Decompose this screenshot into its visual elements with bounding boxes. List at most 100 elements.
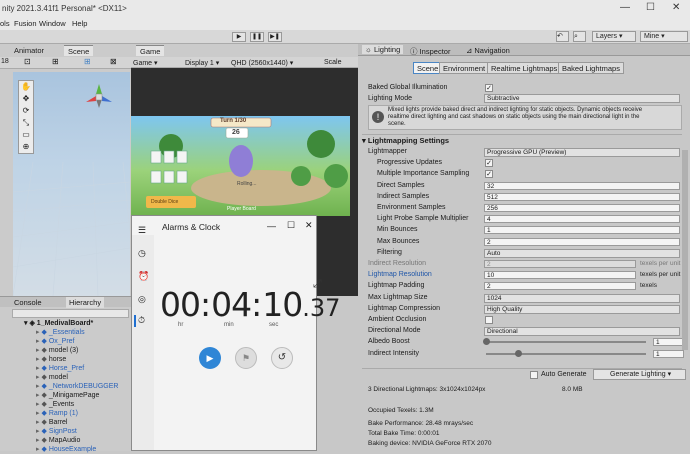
setting-dropdown[interactable]: 1024	[484, 294, 680, 303]
rotate-tool-icon[interactable]: ⟳	[19, 105, 33, 117]
setting-field[interactable]: 4	[484, 215, 680, 223]
setting-checkbox[interactable]: ✓	[485, 170, 493, 178]
hierarchy-item[interactable]: ▸ ◆ _MinigamePage	[36, 391, 99, 400]
setting-field[interactable]: 512	[484, 193, 680, 201]
search-icon[interactable]: ⌕	[573, 31, 586, 42]
hierarchy-item[interactable]: ▸ ◆ Ramp (1)	[36, 409, 78, 418]
snap-icon[interactable]: ⊞	[84, 57, 91, 66]
tab-lighting[interactable]: ☼ Lighting	[362, 45, 404, 54]
menu-tools[interactable]: ols	[0, 19, 10, 28]
menu-fusion[interactable]: Fusion	[14, 19, 37, 28]
setting-field[interactable]: 1	[484, 226, 680, 234]
lighting-mode-dropdown[interactable]: Subtractive	[484, 94, 680, 103]
resolution-label: QHD (2560x1440)	[231, 60, 288, 67]
setting-dropdown[interactable]: Directional	[484, 327, 680, 336]
scale-tool-icon[interactable]: ⤡	[19, 117, 33, 129]
hierarchy-item[interactable]: ▸ ◆ model	[36, 373, 68, 382]
slider-knob[interactable]	[483, 338, 490, 345]
clock-close-button[interactable]: ✕	[305, 220, 313, 231]
setting-field[interactable]: 256	[484, 204, 680, 212]
lap-button[interactable]: ⚑	[235, 347, 257, 369]
tab-animator[interactable]: Animator	[10, 45, 48, 56]
hierarchy-item[interactable]: ▸ ◆ Ox_Pref	[36, 337, 75, 346]
setting-value-field[interactable]: 1	[653, 350, 684, 358]
menu-help[interactable]: Help	[72, 19, 87, 28]
close-button[interactable]: ✕	[672, 3, 680, 13]
subtab-baked-lightmaps[interactable]: Baked Lightmaps	[558, 62, 624, 74]
layers-dropdown[interactable]: Layers ▾	[592, 31, 636, 42]
hierarchy-item[interactable]: ▸ ◆ _NetworkDEBUGGER	[36, 382, 118, 391]
hierarchy-item[interactable]: ▸ ◆ Barrel	[36, 418, 68, 427]
double-dice-button[interactable]: Double Dice	[151, 199, 178, 205]
stopwatch-icon[interactable]: ⏱	[138, 315, 145, 326]
generate-lighting-button[interactable]: Generate Lighting ▾	[593, 369, 686, 380]
setting-field[interactable]: 2	[484, 282, 636, 290]
resolution-dropdown[interactable]: QHD (2560x1440) ▾	[231, 59, 293, 67]
baked-gi-checkbox[interactable]: ✓	[485, 84, 493, 92]
transform-tool-icon[interactable]: ⊕	[19, 141, 33, 153]
setting-checkbox[interactable]: ✓	[485, 159, 493, 167]
setting-dropdown[interactable]: Progressive GPU (Preview)	[484, 148, 680, 157]
tab-game[interactable]: Game	[136, 45, 165, 56]
setting-field[interactable]: 2	[484, 260, 636, 268]
setting-checkbox[interactable]	[485, 316, 493, 324]
scene-gizmo-icon[interactable]	[84, 82, 114, 112]
tab-navigation[interactable]: ⊿ Navigation	[466, 46, 510, 55]
alarm-icon[interactable]: ⏰	[138, 271, 149, 282]
world-clock-icon[interactable]: ◎	[138, 294, 146, 305]
tab-console[interactable]: Console	[14, 298, 42, 307]
move-tool-icon[interactable]: ✥	[19, 93, 33, 105]
pause-button[interactable]: ❚❚	[250, 32, 264, 42]
setting-label: Direct Samples	[377, 182, 425, 189]
setting-field[interactable]: 10	[484, 271, 636, 279]
tab-scene[interactable]: Scene	[64, 45, 94, 56]
hierarchy-root[interactable]: ▾ ◈ 1_MedivalBoard*	[24, 319, 93, 327]
hand-tool-icon[interactable]: ✋	[19, 81, 33, 93]
hierarchy-item[interactable]: ▸ ◆ HouseExample	[36, 445, 96, 454]
subtab-scene[interactable]: Scene	[413, 62, 443, 74]
hierarchy-search[interactable]	[12, 309, 129, 318]
hamburger-menu-icon[interactable]: ☰	[138, 225, 146, 236]
hierarchy-item[interactable]: ▸ ◆ _Essentials	[36, 328, 85, 337]
lighting-scrollbar[interactable]	[682, 150, 688, 350]
grid-icon[interactable]: ⊞	[52, 57, 59, 66]
timer-icon[interactable]: ◷	[138, 248, 146, 259]
hierarchy-item[interactable]: ▸ ◆ model (3)	[36, 346, 78, 355]
setting-value-field[interactable]: 1	[653, 338, 684, 346]
layout-dropdown[interactable]: Mine ▾	[640, 31, 688, 42]
hierarchy-item[interactable]: ▸ ◆ MapAudio	[36, 436, 80, 445]
slider-knob[interactable]	[515, 350, 522, 357]
hierarchy-item[interactable]: ▸ ◆ Horse_Pref	[36, 364, 84, 373]
auto-generate-checkbox[interactable]	[530, 371, 538, 379]
hierarchy-item[interactable]: ▸ ◆ SignPost	[36, 427, 77, 436]
step-button[interactable]: ▶❚	[268, 32, 282, 42]
game-mode-dropdown[interactable]: Game ▾	[133, 59, 158, 67]
clock-maximize-button[interactable]: ☐	[287, 220, 295, 231]
setting-slider[interactable]	[483, 338, 646, 345]
setting-dropdown[interactable]: High Quality	[484, 305, 680, 314]
subtab-environment[interactable]: Environment	[439, 62, 490, 74]
hierarchy-item[interactable]: ▸ ◆ horse	[36, 355, 66, 364]
menu-window[interactable]: Window	[39, 19, 66, 28]
hierarchy-item[interactable]: ▸ ◆ _Events	[36, 400, 74, 409]
play-button[interactable]: ▶	[232, 32, 246, 42]
tab-hierarchy[interactable]: Hierarchy	[66, 297, 105, 308]
subtab-realtime-lightmaps[interactable]: Realtime Lightmaps	[487, 62, 562, 74]
display-dropdown[interactable]: Display 1 ▾	[185, 59, 219, 67]
gizmo-icon[interactable]: ⊡	[24, 57, 31, 66]
setting-slider[interactable]	[486, 350, 646, 357]
undo-history-icon[interactable]: ↶	[556, 31, 569, 42]
maximize-button[interactable]: ☐	[646, 3, 655, 13]
minimize-button[interactable]: —	[620, 3, 630, 13]
tab-inspector[interactable]: ⓘ Inspector	[410, 46, 450, 57]
game-scene-image[interactable]: Turn 1/30 26 Rolling... Player Board Dou…	[131, 116, 350, 216]
setting-field[interactable]: 32	[484, 182, 680, 190]
rect-tool-icon[interactable]: ▭	[19, 129, 33, 141]
setting-dropdown[interactable]: Auto	[484, 249, 680, 258]
clock-minimize-button[interactable]: —	[267, 221, 276, 231]
lightmapping-settings-header[interactable]: ▾ Lightmapping Settings	[362, 136, 449, 145]
reset-button[interactable]: ↺	[271, 347, 293, 369]
view-options-icon[interactable]: ⊠	[110, 57, 117, 66]
setting-field[interactable]: 2	[484, 238, 680, 246]
start-button[interactable]: ▶	[199, 347, 221, 369]
